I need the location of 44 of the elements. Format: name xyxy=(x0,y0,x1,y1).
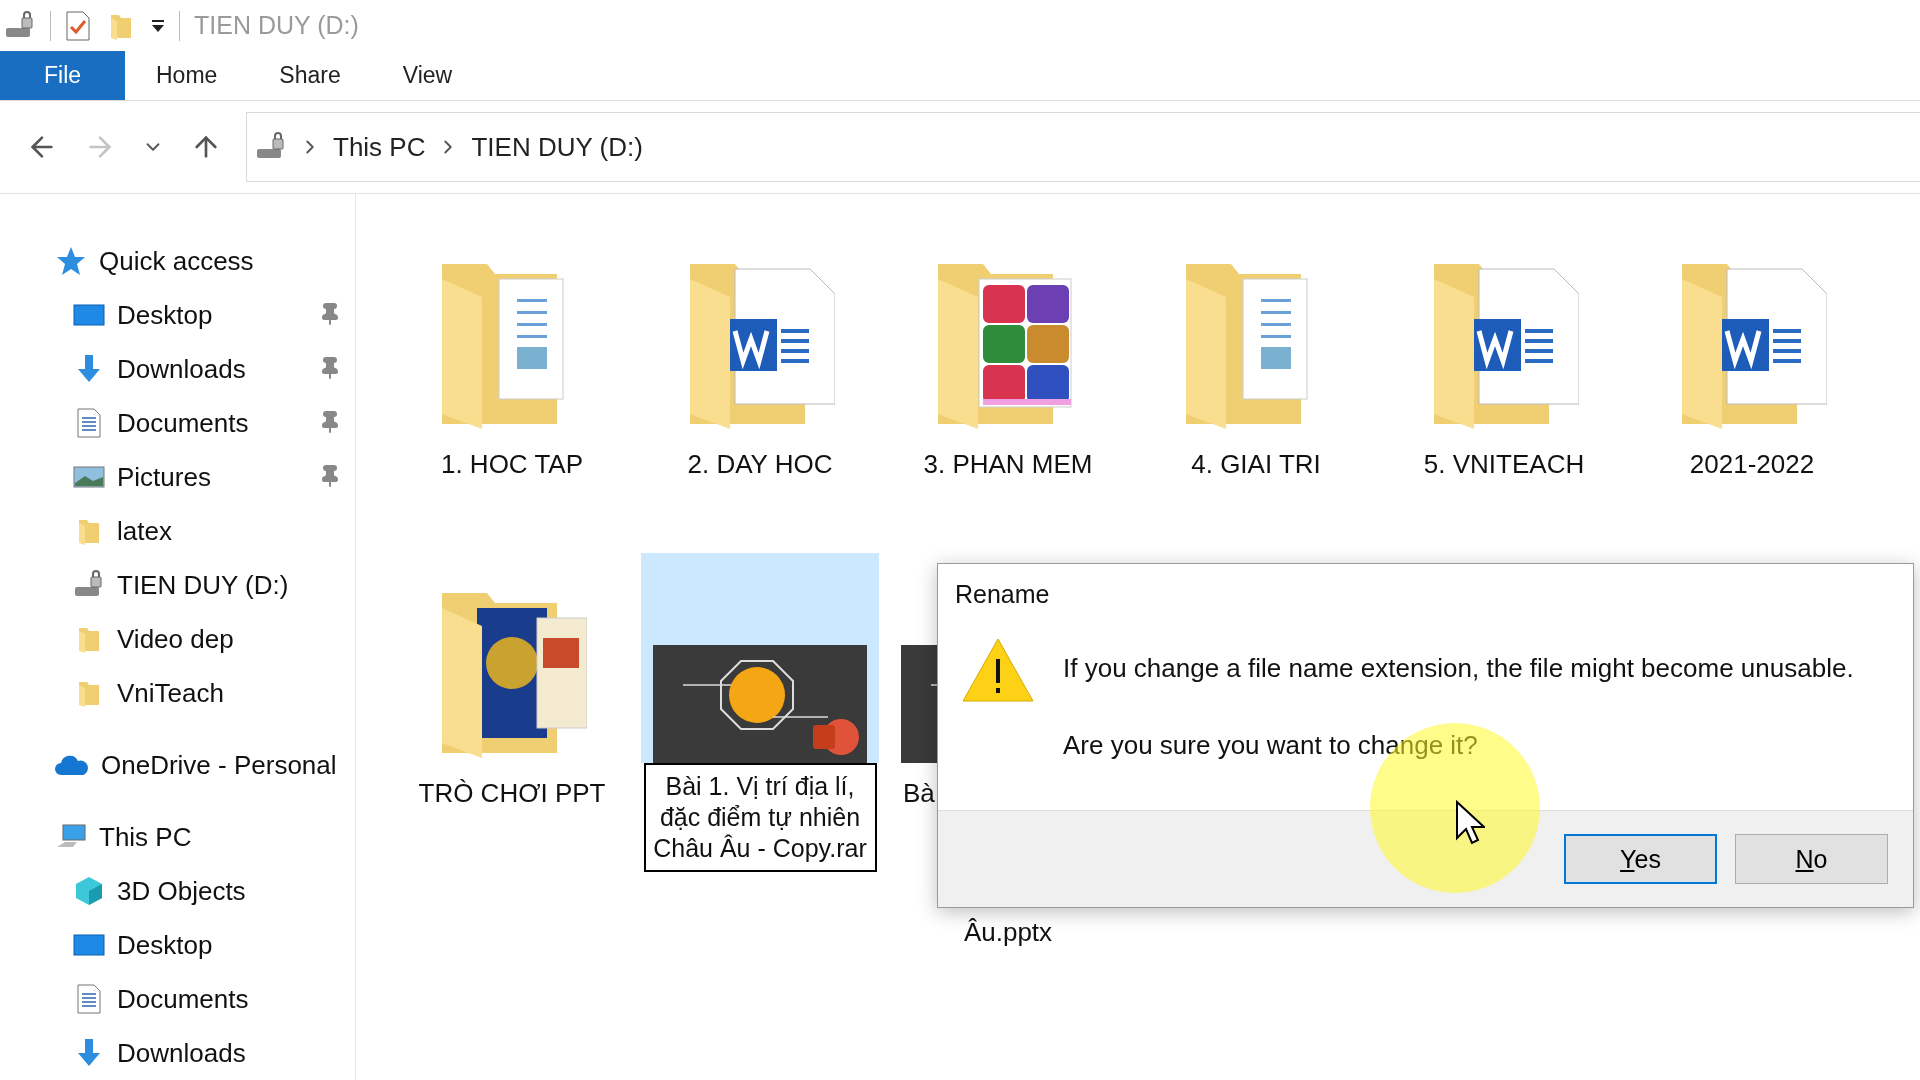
sidebar-item[interactable]: Documents xyxy=(117,407,249,439)
window-title: TIEN DUY (D:) xyxy=(194,11,359,41)
file-name[interactable]: 4. GIAI TRI xyxy=(1191,446,1321,483)
rename-field[interactable]: Bài 1. Vị trí địa lí, đặc điểm tự nhiên Châu Âu - Copy.rar xyxy=(643,763,877,872)
mouse-pointer-icon xyxy=(1455,800,1485,846)
sidebar-item[interactable]: 3D Objects xyxy=(117,875,246,907)
file-name[interactable]: Âu.pptx xyxy=(963,914,1053,951)
file-name[interactable]: 2021-2022 xyxy=(1689,446,1815,483)
no-button[interactable]: No xyxy=(1735,834,1888,884)
cube-icon xyxy=(73,875,105,907)
dialog-message: Are you sure you want to change it? xyxy=(1063,730,1479,761)
dialog-title: Rename xyxy=(955,580,1051,609)
sidebar-item[interactable]: Desktop xyxy=(117,929,213,961)
breadcrumb[interactable]: This PC xyxy=(333,131,426,163)
file-name[interactable]: Bà xyxy=(903,775,935,812)
sidebar-item[interactable]: Desktop xyxy=(117,299,213,331)
warning-icon xyxy=(961,637,1035,703)
ribbon-tab[interactable]: View xyxy=(371,51,484,101)
sidebar-item[interactable]: TIEN DUY (D:) xyxy=(117,569,289,601)
sidebar-item[interactable]: OneDrive - Personal xyxy=(101,749,337,781)
sidebar-item[interactable]: latex xyxy=(117,515,172,547)
sidebar-item[interactable]: Quick access xyxy=(99,245,254,277)
checklist-icon[interactable] xyxy=(65,9,91,42)
address-bar[interactable]: This PC TIEN DUY (D:) xyxy=(246,112,1920,183)
sidebar-item[interactable]: This PC xyxy=(99,821,192,853)
file-name[interactable]: 5. VNITEACH xyxy=(1423,446,1585,483)
file-name[interactable]: TRÒ CHƠI PPT xyxy=(418,775,606,812)
file-name[interactable]: 1. HOC TAP xyxy=(440,446,584,483)
ribbon-tab[interactable]: Share xyxy=(248,51,372,101)
sidebar-item[interactable]: Video dep xyxy=(117,623,234,655)
sidebar-item[interactable]: Pictures xyxy=(117,461,211,493)
sidebar-item[interactable]: VniTeach xyxy=(117,677,224,709)
file-name[interactable]: 2. DAY HOC xyxy=(687,446,833,483)
sidebar-item[interactable]: Documents xyxy=(117,983,249,1015)
file-name[interactable]: 3. PHAN MEM xyxy=(923,446,1093,483)
yes-button[interactable]: Yes xyxy=(1564,834,1717,884)
sidebar-item[interactable]: Downloads xyxy=(117,1037,246,1069)
star-icon xyxy=(55,245,87,277)
ribbon-tab[interactable]: Home xyxy=(125,51,249,101)
file-tab[interactable]: File xyxy=(0,51,125,101)
dialog-message: If you change a file name extension, the file might become unusable. xyxy=(1063,653,1854,684)
sidebar-item[interactable]: Downloads xyxy=(117,353,246,385)
dropdown-icon[interactable] xyxy=(151,18,165,33)
breadcrumb[interactable]: TIEN DUY (D:) xyxy=(471,131,643,163)
